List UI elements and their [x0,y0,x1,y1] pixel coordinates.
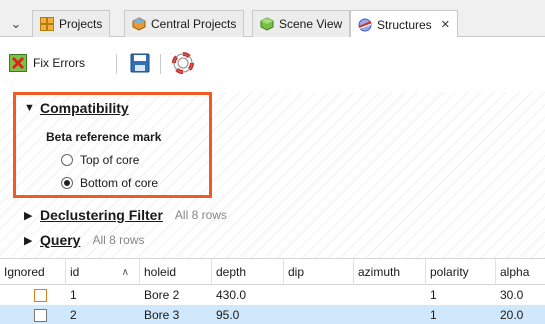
cell-dip [284,285,288,305]
cell-id: 2 [70,308,77,322]
column-header-azimuth[interactable]: azimuth [354,259,426,285]
toolbar-divider [160,54,161,74]
column-label: alpha [500,265,530,279]
tab-scene-view[interactable]: Scene View [252,10,351,37]
cell-polarity: 1 [430,308,437,322]
cell-alpha: 30.0 [500,288,524,302]
fix-errors-button[interactable]: Fix Errors [9,50,85,76]
lifebuoy-icon [172,52,194,74]
radio-label: Top of core [80,153,140,167]
cell-id: 1 [70,288,77,302]
scene-view-cube-icon [260,17,274,31]
radio-bottom-of-core[interactable]: Bottom of core [61,176,158,190]
editor-tab-bar: ⌄ Projects Central Projects Scene View S… [0,0,545,38]
save-button[interactable] [130,50,150,76]
help-button[interactable] [172,50,194,76]
tab-label: Projects [59,17,103,31]
fix-errors-label: Fix Errors [33,56,85,70]
column-header-polarity[interactable]: polarity [426,259,496,285]
close-icon[interactable]: ✕ [441,18,450,31]
column-label: holeid [144,265,177,279]
tab-label: Scene View [279,17,343,31]
column-label: dip [288,265,305,279]
cell-depth: 95.0 [216,308,240,322]
cell-azimuth [354,285,358,305]
query-meta: All 8 rows [92,233,145,247]
query-toggle[interactable]: ▶ Query All 8 rows [24,232,144,248]
cell-alpha: 20.0 [500,308,524,322]
fix-errors-icon [9,54,27,72]
ignored-checkbox[interactable] [30,285,47,305]
toolbar: Fix Errors [0,37,545,92]
tab-label: Structures [377,17,432,32]
cell-depth: 430.0 [216,288,247,302]
compatibility-section-toggle[interactable]: ▼ Compatibility [24,100,129,116]
column-header-depth[interactable]: depth [212,259,284,285]
save-icon [130,53,150,73]
radio-button[interactable] [61,177,73,189]
radio-top-of-core[interactable]: Top of core [61,153,139,167]
table-header: Ignored id ∧ holeid depth dip azimuth pol… [0,258,545,285]
radio-button[interactable] [61,154,73,166]
column-label: depth [216,265,247,279]
column-header-alpha[interactable]: alpha [496,259,545,285]
cell-dip [284,305,288,324]
table-row[interactable]: 2 Bore 3 95.0 1 20.0 [0,305,545,324]
collapsed-triangle-icon: ▶ [24,209,33,222]
declustering-title: Declustering Filter [40,207,163,223]
compatibility-title: Compatibility [40,100,129,116]
central-projects-icon [132,17,146,31]
declustering-filter-toggle[interactable]: ▶ Declustering Filter All 8 rows [24,207,227,223]
ignored-checkbox[interactable] [30,305,47,324]
column-header-id[interactable]: id ∧ [66,259,140,285]
declustering-meta: All 8 rows [174,208,227,222]
cell-polarity: 1 [430,288,437,302]
column-label: Ignored [4,265,45,279]
table-row[interactable]: 1 Bore 2 430.0 1 30.0 [0,285,545,305]
column-label: id [70,265,80,279]
cell-holeid: Bore 3 [144,308,180,322]
column-header-dip[interactable]: dip [284,259,354,285]
sort-ascending-icon: ∧ [121,266,129,278]
projects-grid-icon [40,17,54,31]
chevron-down-icon[interactable]: ⌄ [0,10,32,37]
tab-projects[interactable]: Projects [32,10,111,37]
structures-icon [358,18,372,31]
tab-central-projects[interactable]: Central Projects [124,10,245,37]
radio-label: Bottom of core [80,176,159,190]
column-header-ignored[interactable]: Ignored [0,259,66,285]
collapsed-triangle-icon: ▶ [24,234,33,247]
cell-azimuth [354,305,358,324]
column-header-holeid[interactable]: holeid [140,259,212,285]
column-label: azimuth [358,265,401,279]
column-label: polarity [430,265,469,279]
tab-structures[interactable]: Structures ✕ [350,10,458,38]
cell-holeid: Bore 2 [144,288,180,302]
toolbar-divider [116,54,117,74]
query-title: Query [40,232,81,248]
beta-reference-label: Beta reference mark [46,130,162,144]
tab-label: Central Projects [151,17,237,31]
expanded-triangle-icon: ▼ [24,102,35,114]
